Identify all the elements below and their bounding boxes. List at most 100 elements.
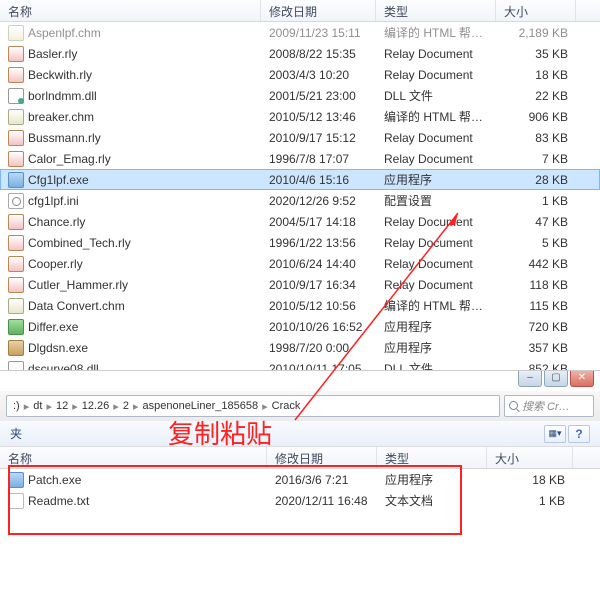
- col-header-name[interactable]: 名称: [0, 447, 267, 468]
- chevron-right-icon: ▸: [44, 400, 54, 413]
- col-header-name[interactable]: 名称: [0, 0, 261, 21]
- file-icon: [8, 88, 24, 104]
- chevron-right-icon: ▸: [260, 400, 270, 413]
- file-type: DLL 文件: [376, 87, 496, 104]
- close-button[interactable]: ✕: [570, 371, 594, 387]
- file-date: 2010/4/6 15:16: [261, 173, 376, 187]
- file-row[interactable]: Chance.rly2004/5/17 14:18Relay Document4…: [0, 211, 600, 232]
- file-name: Aspenlpf.chm: [28, 26, 101, 40]
- nav-bar: :)▸dt▸12▸12.26▸2▸aspenoneLiner_185658▸Cr…: [0, 391, 600, 421]
- file-row[interactable]: Cutler_Hammer.rly 2010/9/17 16:34Relay Do…: [0, 274, 600, 295]
- maximize-button[interactable]: ▢: [544, 371, 568, 387]
- window-controls: – ▢ ✕: [518, 371, 594, 387]
- file-row[interactable]: Aspenlpf.chm2009/11/23 15:11编译的 HTML 帮…2…: [0, 22, 600, 43]
- file-size: 118 KB: [496, 278, 576, 292]
- file-row[interactable]: Beckwith.rly2003/4/3 10:20Relay Document…: [0, 64, 600, 85]
- col-header-size[interactable]: 大小: [496, 0, 576, 21]
- bottom-window-pane: – ▢ ✕ :)▸dt▸12▸12.26▸2▸aspenoneLiner_185…: [0, 370, 600, 589]
- file-row[interactable]: Dlgdsn.exe1998/7/20 0:00应用程序357 KB: [0, 337, 600, 358]
- file-date: 2016/3/6 7:21: [267, 473, 377, 487]
- file-icon: [8, 25, 24, 41]
- file-date: 2020/12/11 16:48: [267, 494, 377, 508]
- file-row[interactable]: Patch.exe2016/3/6 7:21应用程序18 KB: [0, 469, 600, 490]
- col-header-type[interactable]: 类型: [377, 447, 487, 468]
- file-name: breaker.chm: [28, 110, 94, 124]
- breadcrumb[interactable]: :)▸dt▸12▸12.26▸2▸aspenoneLiner_185658▸Cr…: [6, 395, 500, 417]
- file-row[interactable]: Cooper.rly2010/6/24 14:40Relay Document4…: [0, 253, 600, 274]
- file-row[interactable]: breaker.chm2010/5/12 13:46编译的 HTML 帮…906…: [0, 106, 600, 127]
- file-row[interactable]: Differ.exe2010/10/26 16:52应用程序720 KB: [0, 316, 600, 337]
- file-row[interactable]: Combined_Tech.rly1996/1/22 13:56Relay Do…: [0, 232, 600, 253]
- top-column-header[interactable]: 名称 修改日期 类型 大小: [0, 0, 600, 22]
- file-type: 编译的 HTML 帮…: [376, 108, 496, 125]
- file-type: Relay Document: [376, 152, 496, 166]
- file-type: Relay Document: [376, 131, 496, 145]
- view-mode-button[interactable]: ▦▾: [544, 425, 566, 443]
- col-header-type[interactable]: 类型: [376, 0, 496, 21]
- file-date: 1996/7/8 17:07: [261, 152, 376, 166]
- file-icon: [8, 193, 24, 209]
- file-type: Relay Document: [376, 68, 496, 82]
- help-button[interactable]: ?: [568, 425, 590, 443]
- breadcrumb-segment[interactable]: 12: [54, 400, 70, 412]
- file-date: 2004/5/17 14:18: [261, 215, 376, 229]
- file-row[interactable]: Readme.txt 2020/12/11 16:48文本文档1 KB: [0, 490, 600, 511]
- toolbar: 夹 ▦▾ ?: [0, 421, 600, 447]
- file-date: 2010/5/12 10:56: [261, 299, 376, 313]
- col-header-date[interactable]: 修改日期: [267, 447, 377, 468]
- breadcrumb-segment[interactable]: 12.26: [80, 400, 112, 412]
- file-name: Readme.txt: [28, 494, 89, 508]
- file-date: 1998/7/20 0:00: [261, 341, 376, 355]
- file-type: 文本文档: [377, 492, 487, 509]
- file-name: Cutler_Hammer.rly: [28, 278, 128, 292]
- file-type: Relay Document: [376, 47, 496, 61]
- file-icon: [8, 277, 24, 293]
- chevron-right-icon: ▸: [70, 400, 80, 413]
- minimize-button[interactable]: –: [518, 371, 542, 387]
- file-size: 47 KB: [496, 215, 576, 229]
- toolbar-label[interactable]: 夹: [10, 425, 22, 442]
- file-type: 应用程序: [376, 171, 496, 188]
- file-row[interactable]: Calor_Emag.rly1996/7/8 17:07Relay Docume…: [0, 148, 600, 169]
- file-icon: [8, 340, 24, 356]
- breadcrumb-segment[interactable]: :): [11, 400, 22, 412]
- file-name: Cooper.rly: [28, 257, 83, 271]
- file-row[interactable]: Data Convert.chm2010/5/12 10:56编译的 HTML …: [0, 295, 600, 316]
- file-row[interactable]: Bussmann.rly2010/9/17 15:12Relay Documen…: [0, 127, 600, 148]
- file-icon: [8, 67, 24, 83]
- file-type: Relay Document: [376, 257, 496, 271]
- file-icon: [8, 298, 24, 314]
- file-icon: [8, 151, 24, 167]
- breadcrumb-segment[interactable]: aspenoneLiner_185658: [140, 400, 260, 412]
- file-size: 35 KB: [496, 47, 576, 61]
- file-row[interactable]: borlndmm.dll2001/5/21 23:00DLL 文件22 KB: [0, 85, 600, 106]
- file-icon: [8, 256, 24, 272]
- file-size: 1 KB: [496, 194, 576, 208]
- file-name: borlndmm.dll: [28, 89, 97, 103]
- file-name: Bussmann.rly: [28, 131, 101, 145]
- search-input[interactable]: 搜索 Cr…: [504, 395, 594, 417]
- file-date: 2010/5/12 13:46: [261, 110, 376, 124]
- file-date: 2010/9/17 16:34: [261, 278, 376, 292]
- file-icon: [8, 493, 24, 509]
- breadcrumb-segment[interactable]: dt: [31, 400, 44, 412]
- file-row[interactable]: Cfg1lpf.exe2010/4/6 15:16应用程序28 KB: [0, 169, 600, 190]
- breadcrumb-segment[interactable]: 2: [121, 400, 131, 412]
- file-icon: [8, 130, 24, 146]
- file-name: Differ.exe: [28, 320, 78, 334]
- col-header-size[interactable]: 大小: [487, 447, 573, 468]
- file-row[interactable]: Basler.rly2008/8/22 15:35Relay Document3…: [0, 43, 600, 64]
- file-date: 2008/8/22 15:35: [261, 47, 376, 61]
- breadcrumb-segment[interactable]: Crack: [270, 400, 303, 412]
- col-header-date[interactable]: 修改日期: [261, 0, 376, 21]
- top-file-list-pane: 名称 修改日期 类型 大小 Aspenlpf.chm2009/11/23 15:…: [0, 0, 600, 370]
- file-date: 1996/1/22 13:56: [261, 236, 376, 250]
- file-row[interactable]: cfg1lpf.ini2020/12/26 9:52配置设置1 KB: [0, 190, 600, 211]
- file-size: 115 KB: [496, 299, 576, 313]
- file-size: 1 KB: [487, 494, 573, 508]
- file-type: 配置设置: [376, 192, 496, 209]
- file-type: Relay Document: [376, 215, 496, 229]
- bottom-column-header[interactable]: 名称 修改日期 类型 大小: [0, 447, 600, 469]
- file-name: Dlgdsn.exe: [28, 341, 88, 355]
- file-type: Relay Document: [376, 278, 496, 292]
